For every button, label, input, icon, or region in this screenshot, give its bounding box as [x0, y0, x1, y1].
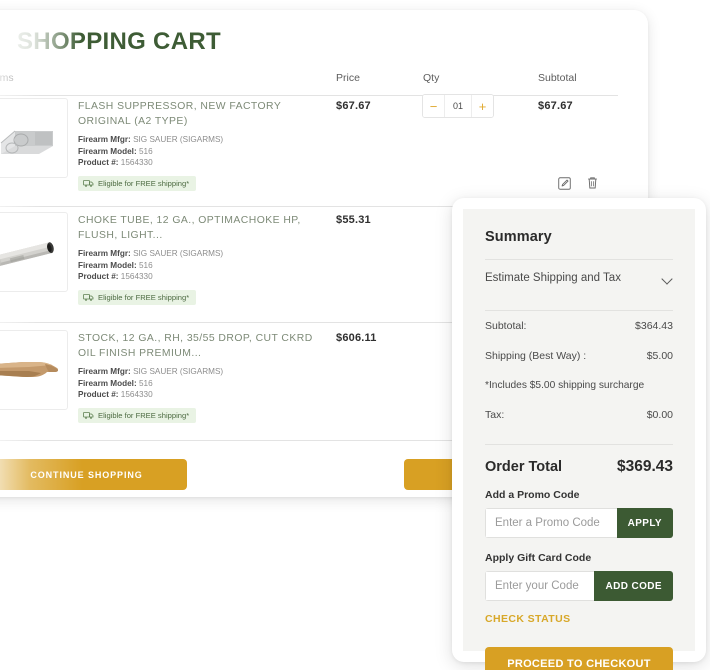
column-header-items: Items [0, 72, 14, 84]
attr-label-product: Product #: [78, 272, 119, 282]
product-thumbnail[interactable] [0, 212, 68, 292]
shopping-cart-screen: SHOPPING CART Items Price Qty Subtotal [0, 0, 710, 670]
choke-tube-image [0, 213, 65, 289]
tax-label: Tax: [485, 409, 505, 421]
summary-line-subtotal: Subtotal: $364.43 [485, 311, 673, 341]
promo-code-input[interactable] [485, 508, 617, 538]
order-summary-panel: Summary Estimate Shipping and Tax Subtot… [463, 209, 695, 670]
row-actions [558, 176, 599, 195]
shipping-label: Shipping (Best Way) : [485, 350, 587, 362]
promo-code-group: APPLY [485, 508, 673, 538]
gun-stock-image [0, 331, 65, 407]
attr-label-product: Product #: [78, 158, 119, 168]
truck-icon [83, 412, 94, 419]
order-total-label: Order Total [485, 459, 563, 475]
product-attributes: Firearm Mfgr: SIG SAUER (SIGARMS) Firear… [78, 134, 328, 169]
add-gift-card-button[interactable]: ADD CODE [594, 571, 673, 601]
free-shipping-badge: Eligible for FREE shipping* [78, 408, 197, 423]
truck-icon [83, 294, 94, 301]
continue-shopping-button[interactable]: CONTINUE SHOPPING [0, 459, 187, 490]
truck-icon [83, 180, 94, 187]
product-title[interactable]: Stock, 12 Ga., RH, 35/55 Drop, Cut Ckrd … [78, 332, 328, 361]
quantity-stepper[interactable]: − 01 + [422, 94, 494, 118]
product-attributes: Firearm Mfgr: SIG SAUER (SIGARMS) Firear… [78, 248, 328, 283]
page-title: SHOPPING CART [17, 28, 221, 55]
shipping-surcharge-note: *Includes $5.00 shipping surcharge [485, 380, 645, 391]
summary-line-tax: Tax: $0.00 [485, 400, 673, 430]
attr-label-model: Firearm Model: [78, 146, 137, 156]
free-shipping-label: Eligible for FREE shipping* [98, 293, 190, 302]
gift-card-label: Apply Gift Card Code [485, 552, 592, 564]
attr-label-mfgr: Firearm Mfgr: [78, 367, 131, 376]
attr-value-model: 516 [138, 378, 153, 388]
promo-code-label: Add a Promo Code [485, 489, 580, 501]
attr-value-product: 1564330 [120, 390, 153, 400]
attr-value-mfgr: SIG SAUER (SIGARMS) [133, 249, 224, 258]
attr-label-model: Firearm Model: [78, 378, 137, 388]
product-thumbnail[interactable] [0, 330, 68, 410]
product-price: $67.67 [336, 100, 371, 112]
estimate-shipping-tax-accordion[interactable]: Estimate Shipping and Tax [485, 260, 673, 296]
tax-value: $0.00 [646, 409, 673, 421]
gift-card-input[interactable] [485, 571, 595, 601]
attr-value-mfgr: SIG SAUER (SIGARMS) [133, 367, 224, 376]
estimate-shipping-tax-label: Estimate Shipping and Tax [485, 272, 621, 284]
attr-label-model: Firearm Model: [78, 260, 137, 270]
order-total-row: Order Total $369.43 [485, 445, 673, 485]
summary-heading: Summary [485, 229, 552, 245]
column-header-subtotal: Subtotal [538, 72, 577, 84]
attr-label-mfgr: Firearm Mfgr: [78, 135, 131, 144]
header-divider [0, 95, 618, 96]
edit-icon[interactable] [558, 176, 571, 195]
delete-icon[interactable] [586, 176, 599, 195]
subtotal-label: Subtotal: [485, 320, 527, 332]
product-price: $55.31 [336, 214, 371, 226]
gift-card-group: ADD CODE [485, 571, 673, 601]
attr-label-mfgr: Firearm Mfgr: [78, 249, 131, 258]
apply-promo-button[interactable]: APPLY [616, 508, 673, 538]
quantity-increase-button[interactable]: + [471, 95, 493, 117]
product-subtotal: $67.67 [538, 100, 573, 112]
quantity-value[interactable]: 01 [445, 95, 471, 117]
attr-value-mfgr: SIG SAUER (SIGARMS) [133, 135, 224, 144]
subtotal-value: $364.43 [635, 320, 673, 332]
free-shipping-label: Eligible for FREE shipping* [98, 411, 190, 420]
attr-value-model: 516 [138, 260, 153, 270]
product-title[interactable]: Choke Tube, 12 Ga., Optimachoke HP, Flus… [78, 214, 328, 243]
check-status-link[interactable]: CHECK STATUS [485, 613, 571, 625]
free-shipping-label: Eligible for FREE shipping* [98, 179, 190, 188]
cart-column-headers: Items Price Qty Subtotal [0, 72, 618, 94]
attr-value-product: 1564330 [120, 272, 153, 282]
flash-suppressor-image [0, 99, 65, 175]
shipping-value: $5.00 [646, 350, 673, 362]
order-summary-card: Summary Estimate Shipping and Tax Subtot… [452, 198, 706, 670]
product-price: $606.11 [336, 332, 377, 344]
order-total-value: $369.43 [616, 458, 673, 475]
column-header-price: Price [336, 72, 360, 84]
free-shipping-badge: Eligible for FREE shipping* [78, 290, 197, 305]
product-title[interactable]: Flash Suppressor, New Factory Original (… [78, 100, 328, 129]
quantity-decrease-button[interactable]: − [423, 95, 445, 117]
attr-label-product: Product #: [78, 390, 119, 400]
chevron-down-icon [662, 275, 673, 282]
proceed-to-checkout-button[interactable]: PROCEED TO CHECKOUT [485, 647, 673, 670]
product-attributes: Firearm Mfgr: SIG SAUER (SIGARMS) Firear… [78, 366, 328, 401]
attr-value-product: 1564330 [120, 158, 153, 168]
summary-line-shipping: Shipping (Best Way) : $5.00 [485, 341, 673, 371]
attr-value-model: 516 [138, 146, 153, 156]
free-shipping-badge: Eligible for FREE shipping* [78, 176, 197, 191]
product-thumbnail[interactable] [0, 98, 68, 178]
column-header-qty: Qty [423, 72, 440, 84]
